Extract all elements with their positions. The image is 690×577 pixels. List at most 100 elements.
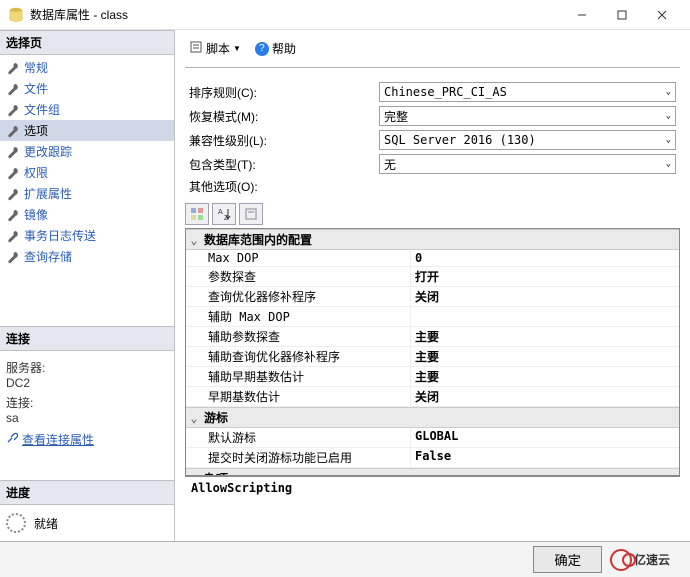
divider xyxy=(185,67,680,68)
grid-value[interactable]: 主要 xyxy=(411,327,679,346)
recovery-select[interactable]: 完整⌄ xyxy=(379,106,676,126)
grid-value[interactable]: 0 xyxy=(411,250,679,266)
collation-label: 排序规则(C): xyxy=(189,84,379,101)
property-description: AllowScripting xyxy=(185,476,680,512)
wrench-icon xyxy=(6,187,20,201)
wrench-icon xyxy=(6,250,20,264)
containment-label: 包含类型(T): xyxy=(189,156,379,173)
conn-label: 连接: xyxy=(6,394,168,411)
sidebar-item-6[interactable]: 扩展属性 xyxy=(0,183,174,204)
grid-key: Max DOP xyxy=(186,250,411,266)
grid-row[interactable]: 参数探查打开 xyxy=(186,267,679,287)
watermark-logo: 亿速云 xyxy=(610,547,680,573)
compat-select[interactable]: SQL Server 2016 (130)⌄ xyxy=(379,130,676,150)
grid-category[interactable]: ⌄游标 xyxy=(186,407,679,428)
wrench-icon xyxy=(6,208,20,222)
chevron-down-icon: ▼ xyxy=(233,44,241,53)
sidebar-item-9[interactable]: 查询存储 xyxy=(0,246,174,267)
grid-value[interactable]: 关闭 xyxy=(411,287,679,306)
server-label: 服务器: xyxy=(6,359,168,376)
view-connection-props-link[interactable]: 查看连接属性 xyxy=(6,431,168,448)
alphabetical-button[interactable]: AZ xyxy=(212,203,236,225)
grid-row[interactable]: 提交时关闭游标功能已启用False xyxy=(186,448,679,468)
recovery-label: 恢复模式(M): xyxy=(189,108,379,125)
grid-value[interactable]: GLOBAL xyxy=(411,428,679,447)
grid-category[interactable]: ⌄数据库范围内的配置 xyxy=(186,229,679,250)
minimize-button[interactable] xyxy=(562,0,602,30)
properties-icon-button[interactable] xyxy=(239,203,263,225)
help-button[interactable]: ? 帮助 xyxy=(251,38,300,59)
sidebar-item-0[interactable]: 常规 xyxy=(0,57,174,78)
progress-status: 就绪 xyxy=(34,515,58,532)
grid-key: 辅助查询优化器修补程序 xyxy=(186,347,411,366)
grid-row[interactable]: 默认游标GLOBAL xyxy=(186,428,679,448)
title-bar: 数据库属性 - class xyxy=(0,0,690,30)
help-icon: ? xyxy=(255,42,269,56)
server-value: DC2 xyxy=(6,376,168,390)
collapse-icon: ⌄ xyxy=(186,411,202,425)
bottom-bar: 确定 亿速云 xyxy=(0,541,690,577)
grid-value[interactable]: 主要 xyxy=(411,347,679,366)
property-grid: ⌄数据库范围内的配置Max DOP0参数探查打开查询优化器修补程序关闭辅助 Ma… xyxy=(185,228,680,476)
grid-key: 参数探查 xyxy=(186,267,411,286)
chevron-down-icon: ⌄ xyxy=(666,87,671,97)
sidebar-item-4[interactable]: 更改跟踪 xyxy=(0,141,174,162)
grid-key: 辅助参数探查 xyxy=(186,327,411,346)
wrench-icon xyxy=(6,103,20,117)
property-grid-body[interactable]: ⌄数据库范围内的配置Max DOP0参数探查打开查询优化器修补程序关闭辅助 Ma… xyxy=(186,229,679,475)
grid-value[interactable]: 关闭 xyxy=(411,387,679,406)
sidebar: 选择页 常规文件文件组选项更改跟踪权限扩展属性镜像事务日志传送查询存储 连接 服… xyxy=(0,30,175,541)
window-title: 数据库属性 - class xyxy=(30,6,562,23)
grid-key: 辅助早期基数估计 xyxy=(186,367,411,386)
collapse-icon: ⌄ xyxy=(186,233,202,247)
sidebar-item-5[interactable]: 权限 xyxy=(0,162,174,183)
sidebar-item-8[interactable]: 事务日志传送 xyxy=(0,225,174,246)
database-icon xyxy=(8,7,24,23)
other-options-label: 其他选项(O): xyxy=(189,178,379,195)
chevron-down-icon: ⌄ xyxy=(666,135,671,145)
grid-row[interactable]: Max DOP0 xyxy=(186,250,679,267)
progress-spinner-icon xyxy=(6,513,26,533)
grid-key: 早期基数估计 xyxy=(186,387,411,406)
wrench-icon xyxy=(6,229,20,243)
compat-label: 兼容性级别(L): xyxy=(189,132,379,149)
wrench-icon xyxy=(6,166,20,180)
script-button[interactable]: 脚本 ▼ xyxy=(185,38,245,59)
sidebar-item-2[interactable]: 文件组 xyxy=(0,99,174,120)
wrench-icon xyxy=(6,61,20,75)
logo-icon xyxy=(610,549,632,571)
grid-row[interactable]: 辅助 Max DOP xyxy=(186,307,679,327)
grid-value[interactable]: 主要 xyxy=(411,367,679,386)
connection-icon xyxy=(6,432,18,447)
chevron-down-icon: ⌄ xyxy=(666,111,671,121)
chevron-down-icon: ⌄ xyxy=(666,159,671,169)
conn-value: sa xyxy=(6,411,168,425)
page-nav-list: 常规文件文件组选项更改跟踪权限扩展属性镜像事务日志传送查询存储 xyxy=(0,55,174,269)
grid-value[interactable]: False xyxy=(411,448,679,467)
grid-key: 提交时关闭游标功能已启用 xyxy=(186,448,411,467)
wrench-icon xyxy=(6,124,20,138)
grid-row[interactable]: 查询优化器修补程序关闭 xyxy=(186,287,679,307)
collapse-icon: ⌄ xyxy=(186,472,202,476)
connection-header: 连接 xyxy=(0,326,174,351)
maximize-button[interactable] xyxy=(602,0,642,30)
sidebar-item-1[interactable]: 文件 xyxy=(0,78,174,99)
grid-row[interactable]: 辅助参数探查主要 xyxy=(186,327,679,347)
script-icon xyxy=(189,40,203,57)
grid-value[interactable]: 打开 xyxy=(411,267,679,286)
wrench-icon xyxy=(6,145,20,159)
progress-header: 进度 xyxy=(0,480,174,505)
categorized-button[interactable] xyxy=(185,203,209,225)
ok-button[interactable]: 确定 xyxy=(533,546,602,573)
grid-value[interactable] xyxy=(411,307,679,326)
sidebar-item-7[interactable]: 镜像 xyxy=(0,204,174,225)
grid-category[interactable]: ⌄杂项 xyxy=(186,468,679,475)
grid-row[interactable]: 辅助早期基数估计主要 xyxy=(186,367,679,387)
grid-row[interactable]: 辅助查询优化器修补程序主要 xyxy=(186,347,679,367)
grid-key: 默认游标 xyxy=(186,428,411,447)
sidebar-item-3[interactable]: 选项 xyxy=(0,120,174,141)
close-button[interactable] xyxy=(642,0,682,30)
collation-select[interactable]: Chinese_PRC_CI_AS⌄ xyxy=(379,82,676,102)
containment-select[interactable]: 无⌄ xyxy=(379,154,676,174)
grid-row[interactable]: 早期基数估计关闭 xyxy=(186,387,679,407)
